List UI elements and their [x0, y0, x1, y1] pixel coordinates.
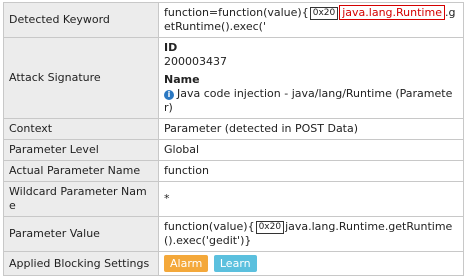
actual-parameter-name-label: Actual Parameter Name	[3, 160, 159, 182]
detected-keyword-label: Detected Keyword	[3, 2, 159, 38]
signature-id-value: 200003437	[164, 55, 227, 68]
applied-blocking-settings-value: Alarm Learn	[158, 251, 464, 276]
row-context: Context Parameter (detected in POST Data…	[3, 118, 464, 140]
detected-keyword-value: function=function(value){0x20 java.lang.R…	[158, 2, 464, 38]
row-parameter-level: Parameter Level Global	[3, 139, 464, 161]
wildcard-parameter-name-label: Wildcard Parameter Name	[3, 181, 159, 217]
signature-id-title: ID	[164, 41, 178, 54]
signature-name-line[interactable]: i Java code injection - java/lang/Runtime…	[164, 87, 458, 115]
parameter-value-label: Parameter Value	[3, 216, 159, 252]
context-label: Context	[3, 118, 159, 140]
info-icon[interactable]: i	[164, 90, 174, 100]
row-wildcard-parameter-name: Wildcard Parameter Name *	[3, 181, 464, 217]
attack-signature-value: ID 200003437 Name i Java code injection -…	[158, 37, 464, 119]
signature-name-value: Java code injection - java/lang/Runtime …	[164, 87, 453, 114]
parameter-level-value: Global	[158, 139, 464, 161]
signature-name-title: Name	[164, 73, 200, 86]
keyword-highlight: java.lang.Runtime	[339, 5, 445, 20]
row-attack-signature: Attack Signature ID 200003437 Name i Java…	[3, 37, 464, 119]
detected-keyword-pre: function=function(value){	[164, 6, 309, 19]
applied-blocking-settings-label: Applied Blocking Settings	[3, 251, 159, 276]
row-detected-keyword: Detected Keyword function=function(value…	[3, 2, 464, 38]
row-parameter-value: Parameter Value function(value){0x20 java…	[3, 216, 464, 252]
actual-parameter-name-value: function	[158, 160, 464, 182]
violation-details-table: Detected Keyword function=function(value…	[3, 2, 464, 276]
parameter-value-pre: function(value){	[164, 220, 255, 233]
row-actual-parameter-name: Actual Parameter Name function	[3, 160, 464, 182]
context-value: Parameter (detected in POST Data)	[158, 118, 464, 140]
hex-char-marker: 0x20	[255, 221, 285, 234]
parameter-value-value: function(value){0x20 java.lang.Runtime.ge…	[158, 216, 464, 252]
hex-char-marker: 0x20	[309, 7, 339, 20]
parameter-level-label: Parameter Level	[3, 139, 159, 161]
row-applied-blocking-settings: Applied Blocking Settings Alarm Learn	[3, 251, 464, 276]
wildcard-parameter-name-value: *	[158, 181, 464, 217]
attack-signature-label: Attack Signature	[3, 37, 159, 119]
